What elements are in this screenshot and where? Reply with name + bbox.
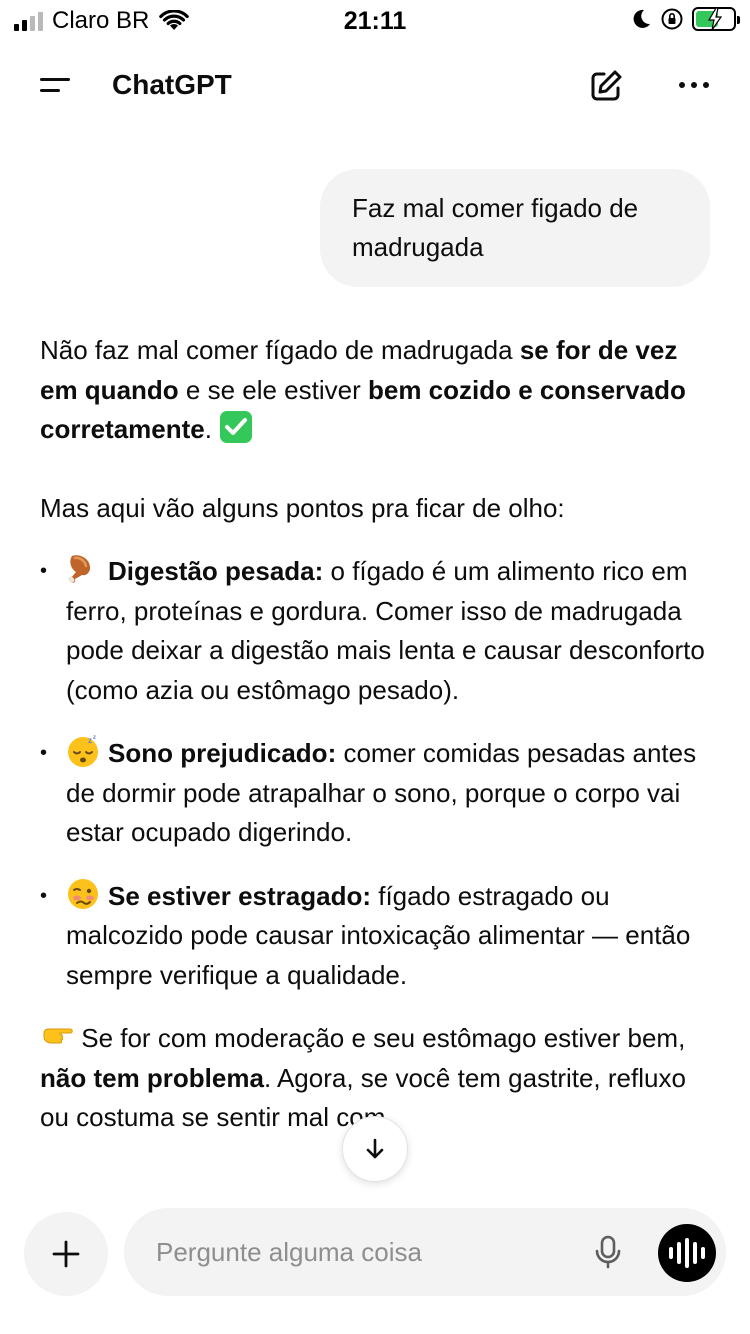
prompt-box [124, 1208, 726, 1296]
intro-paragraph: Não faz mal comer fígado de madrugada se… [40, 331, 710, 450]
bullet-title: Sono prejudicado: [108, 738, 337, 768]
rotation-lock-icon [661, 8, 683, 30]
voice-mode-icon[interactable] [658, 1224, 716, 1282]
menu-icon[interactable] [36, 70, 76, 100]
intro-text-2: e se ele estiver [178, 374, 368, 405]
scroll-down-button[interactable] [342, 1116, 408, 1182]
arrow-down-icon [366, 1138, 384, 1159]
woozy-face-emoji [68, 878, 98, 909]
closing-bold-1: não tem problema [40, 1062, 264, 1093]
prompt-input[interactable] [156, 1235, 576, 1269]
intro-text-3: . [204, 414, 220, 444]
svg-text:z: z [88, 736, 92, 745]
list-item: Se estiver estragado: fígado estragado o… [40, 877, 710, 996]
app-title: ChatGPT [112, 69, 232, 100]
bullet-title: Digestão pesada: [108, 556, 324, 586]
microphone-icon[interactable] [590, 1234, 626, 1270]
bullet-title: Se estiver estragado: [108, 880, 372, 911]
list-item: z z Sono prejudicado: comer comidas pesa… [40, 734, 710, 853]
app-header: ChatGPT [0, 56, 750, 114]
drumstick-emoji [68, 555, 91, 583]
bullet-list: Digestão pesada: o fígado é um alimento … [40, 552, 710, 995]
moon-icon [633, 9, 650, 28]
pointing-right-emoji [43, 1028, 73, 1044]
battery-icon [692, 7, 740, 31]
status-right [630, 7, 740, 31]
plus-icon [52, 1240, 80, 1268]
check-mark-emoji [220, 411, 253, 443]
intro-text-1: Não faz mal comer fígado de madrugada [40, 335, 520, 365]
list-item: Digestão pesada: o fígado é um alimento … [40, 552, 710, 710]
user-message: Faz mal comer figado de madrugada [320, 169, 710, 287]
more-icon[interactable] [672, 68, 716, 102]
lead-paragraph: Mas aqui vão alguns pontos pra ficar de … [40, 492, 565, 523]
new-chat-icon[interactable] [586, 66, 626, 106]
assistant-message: Não faz mal comer fígado de madrugada se… [40, 331, 710, 1177]
status-bar: Claro BR 21:11 [0, 0, 750, 44]
add-attachment-button[interactable] [24, 1212, 108, 1296]
sleeping-face-emoji: z z [68, 735, 98, 767]
svg-text:z: z [93, 735, 96, 741]
closing-text-1: Se for com moderação e seu estômago esti… [74, 1023, 686, 1053]
